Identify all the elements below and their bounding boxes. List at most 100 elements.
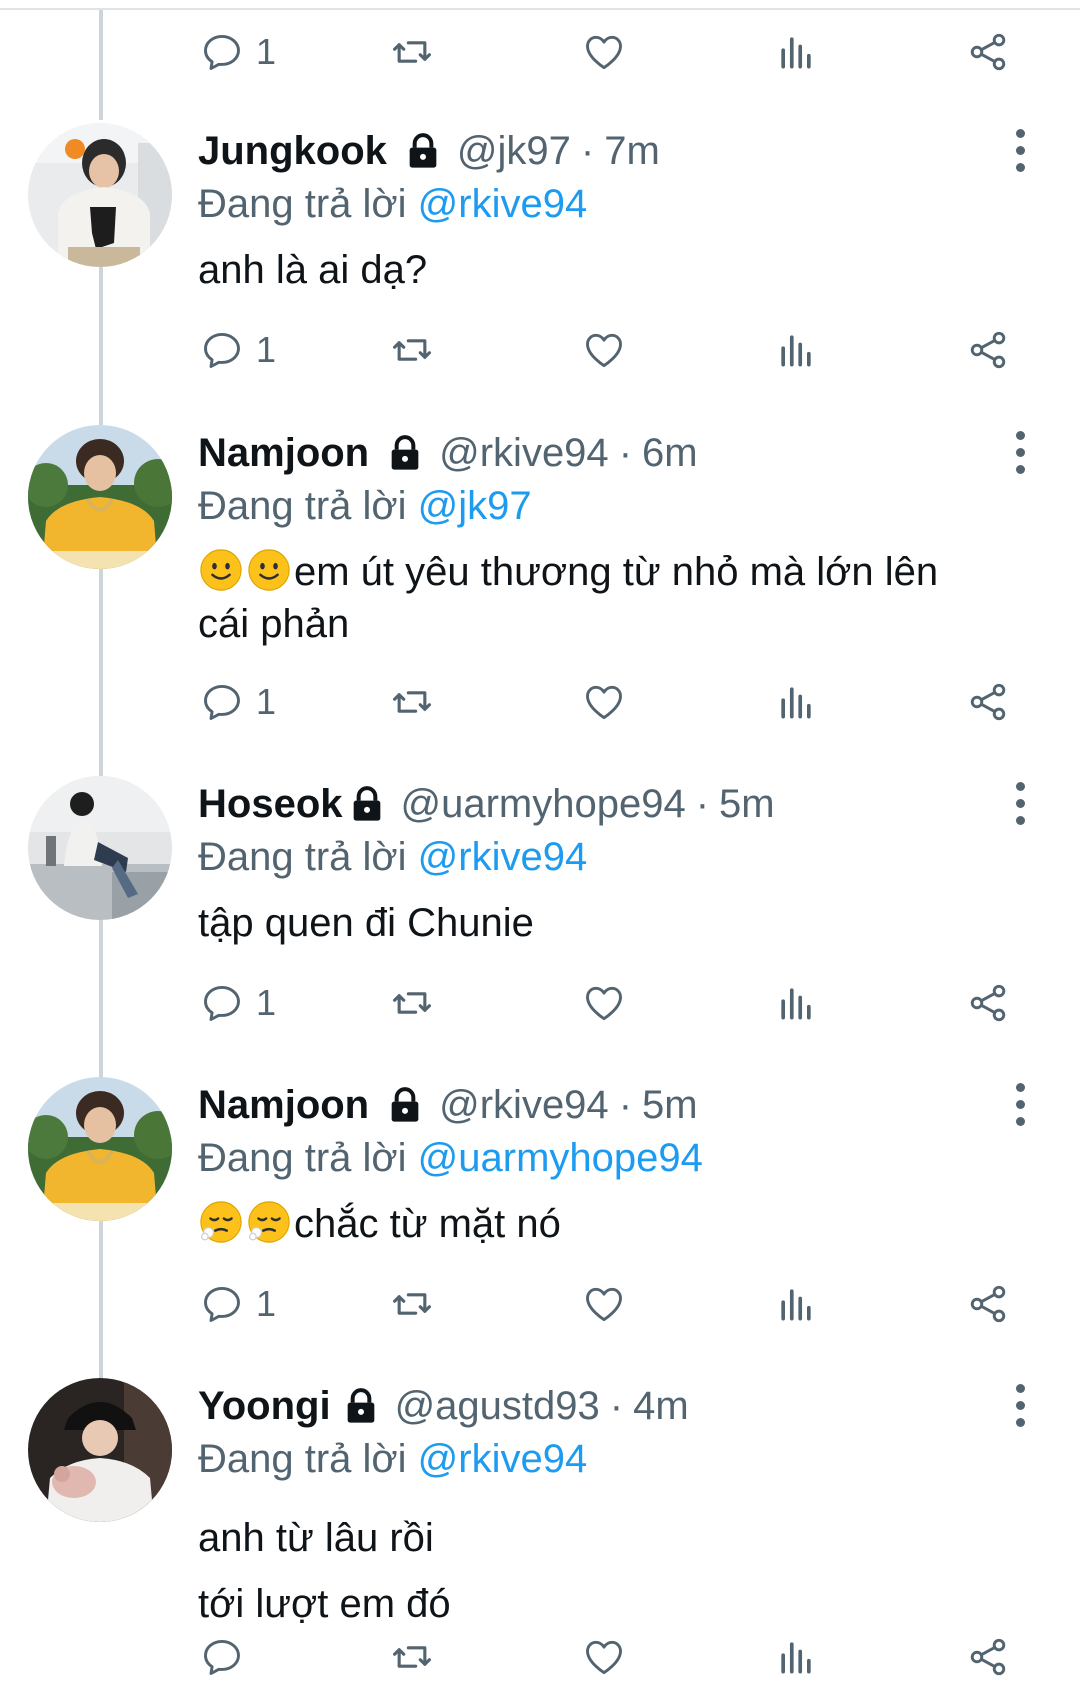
display-name[interactable]: Hoseok [198, 776, 343, 832]
face-exhaling-icon [246, 1199, 292, 1245]
share-button[interactable] [966, 1627, 1010, 1687]
reply-button[interactable]: 1 [200, 672, 276, 732]
more-vertical-icon [1015, 1082, 1025, 1092]
reply-button[interactable] [200, 1627, 256, 1687]
display-name[interactable]: Namjoon [198, 425, 369, 481]
reply-button[interactable]: 1 [200, 22, 276, 82]
avatar[interactable] [28, 1378, 172, 1522]
views-button[interactable] [774, 22, 818, 82]
separator-dot: · [618, 1083, 633, 1127]
timestamp[interactable]: 5m [719, 776, 775, 832]
retweet-icon [393, 691, 431, 713]
reply-bubble-icon [204, 1639, 240, 1675]
share-button[interactable] [966, 1274, 1010, 1334]
heart-icon [586, 333, 622, 368]
replying-to: Đang trả lời @rkive94 [198, 835, 588, 879]
heart-icon [586, 35, 622, 70]
reply-bubble-icon [204, 34, 240, 70]
user-handle[interactable]: @jk97 [457, 123, 571, 179]
like-button[interactable] [582, 22, 626, 82]
reply-button[interactable]: 1 [200, 320, 276, 380]
avatar[interactable] [28, 1077, 172, 1221]
mention-link[interactable]: @rkive94 [418, 182, 588, 226]
tweet-actions-bar [0, 1627, 1080, 1687]
more-options-button[interactable] [1000, 422, 1040, 482]
reply-count: 1 [256, 329, 277, 370]
like-button[interactable] [582, 973, 626, 1033]
like-button[interactable] [582, 1627, 626, 1687]
like-button[interactable] [582, 1274, 626, 1334]
share-button[interactable] [966, 22, 1010, 82]
more-vertical-icon [1015, 430, 1025, 440]
separator-dot: · [618, 431, 633, 475]
retweet-button[interactable] [390, 973, 434, 1033]
face-exhaling-icon [198, 1199, 244, 1245]
slightly-smiling-face-icon [198, 547, 244, 593]
retweet-button[interactable] [390, 672, 434, 732]
reply-bubble-icon [204, 332, 240, 368]
timestamp[interactable]: 7m [604, 123, 660, 179]
retweet-button[interactable] [390, 22, 434, 82]
share-button[interactable] [966, 973, 1010, 1033]
views-button[interactable] [774, 672, 818, 732]
mention-link[interactable]: @rkive94 [418, 835, 588, 879]
views-button[interactable] [774, 1274, 818, 1334]
more-options-button[interactable] [1000, 1074, 1040, 1134]
share-icon [970, 33, 1006, 71]
more-options-button[interactable] [1000, 1375, 1040, 1435]
reply-bubble-icon [204, 684, 240, 720]
mention-link[interactable]: @uarmyhope94 [418, 1136, 703, 1180]
user-handle[interactable]: @rkive94 [439, 1077, 609, 1133]
views-button[interactable] [774, 1627, 818, 1687]
tweet-text: anh là ai dạ? [198, 248, 428, 292]
share-button[interactable] [966, 672, 1010, 732]
tweet-actions-bar: 1 [0, 672, 1080, 732]
more-options-button[interactable] [1000, 773, 1040, 833]
tweet-actions-bar: 1 [0, 22, 1080, 82]
avatar[interactable] [28, 425, 172, 569]
user-handle[interactable]: @rkive94 [439, 425, 609, 481]
reply-count: 1 [256, 982, 277, 1023]
avatar[interactable] [28, 776, 172, 920]
timestamp[interactable]: 4m [633, 1378, 689, 1434]
tweet-actions-bar: 1 [0, 973, 1080, 1033]
user-handle[interactable]: @uarmyhope94 [401, 776, 686, 832]
mention-link[interactable]: @jk97 [418, 484, 532, 528]
views-button[interactable] [774, 320, 818, 380]
timestamp[interactable]: 6m [642, 425, 698, 481]
reply-button[interactable]: 1 [200, 1274, 276, 1334]
display-name[interactable]: Jungkook [198, 123, 387, 179]
lock-icon [341, 1386, 381, 1426]
slightly-smiling-face-icon [246, 547, 292, 593]
retweet-button[interactable] [390, 320, 434, 380]
retweet-button[interactable] [390, 1274, 434, 1334]
tweet-header: Yoongi @agustd93 · 4m [198, 1378, 689, 1434]
reply-bubble-icon [204, 985, 240, 1021]
avatar[interactable] [28, 123, 172, 267]
reply-button[interactable]: 1 [200, 973, 276, 1033]
share-button[interactable] [966, 320, 1010, 380]
tweet-actions-bar: 1 [0, 320, 1080, 380]
tweet-header: Jungkook @jk97 · 7m [198, 123, 660, 179]
retweet-button[interactable] [390, 1627, 434, 1687]
more-vertical-icon [1015, 1383, 1025, 1393]
display-name[interactable]: Namjoon [198, 1077, 369, 1133]
like-button[interactable] [582, 672, 626, 732]
separator-dot: · [695, 782, 710, 826]
more-options-button[interactable] [1000, 120, 1040, 180]
analytics-icon [781, 1642, 811, 1674]
tweet-actions-bar: 1 [0, 1274, 1080, 1334]
lock-icon [403, 131, 443, 171]
display-name[interactable]: Yoongi [198, 1378, 331, 1434]
reply-bubble-icon [204, 1286, 240, 1322]
timestamp[interactable]: 5m [642, 1077, 698, 1133]
share-icon [970, 331, 1006, 369]
mention-link[interactable]: @rkive94 [418, 1437, 588, 1481]
views-button[interactable] [774, 973, 818, 1033]
analytics-icon [781, 335, 811, 367]
tweet-header: Namjoon @rkive94 · 5m [198, 1077, 698, 1133]
user-handle[interactable]: @agustd93 [395, 1378, 600, 1434]
like-button[interactable] [582, 320, 626, 380]
lock-icon [347, 784, 387, 824]
share-icon [970, 984, 1006, 1022]
